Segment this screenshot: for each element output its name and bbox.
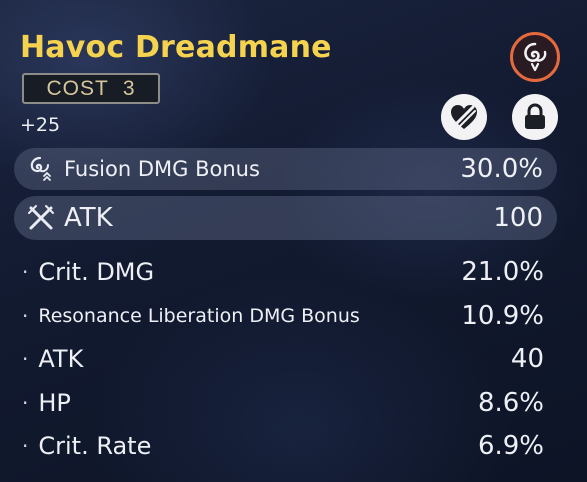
havoc-dmg-icon bbox=[26, 154, 56, 184]
lock-icon bbox=[525, 103, 545, 129]
bullet: · bbox=[22, 347, 29, 371]
fixed-stat-row: ATK 100 bbox=[14, 196, 557, 240]
discard-button[interactable] bbox=[441, 94, 487, 140]
cost-value: 3 bbox=[122, 77, 136, 100]
sub-stat-label: HP bbox=[38, 389, 71, 417]
main-stat-row: Fusion DMG Bonus 30.0% bbox=[14, 148, 557, 190]
cost-badge: COST 3 bbox=[22, 73, 160, 104]
sub-stat-label: Crit. DMG bbox=[38, 258, 155, 286]
echo-name: Havoc Dreadmane bbox=[20, 30, 332, 65]
echo-level: +25 bbox=[20, 114, 61, 136]
sub-stat-row: · Crit. Rate 6.9% bbox=[22, 428, 544, 464]
cost-label: COST bbox=[46, 77, 109, 100]
fixed-stat-value: 100 bbox=[493, 203, 543, 233]
main-stat-value: 30.0% bbox=[460, 154, 543, 184]
sub-stat-label: Resonance Liberation DMG Bonus bbox=[38, 305, 360, 327]
sub-stat-label: Crit. Rate bbox=[38, 432, 152, 460]
bullet: · bbox=[22, 391, 29, 415]
crossed-swords-icon bbox=[26, 203, 56, 233]
sub-stat-value: 10.9% bbox=[461, 301, 544, 331]
sub-stat-row: · HP 8.6% bbox=[22, 385, 544, 421]
lock-button[interactable] bbox=[512, 94, 558, 140]
havoc-swirl-small-icon bbox=[30, 156, 51, 181]
swords-icon bbox=[28, 205, 54, 230]
sub-stat-row: · ATK 40 bbox=[22, 341, 544, 377]
sub-stat-row: · Resonance Liberation DMG Bonus 10.9% bbox=[22, 298, 544, 334]
bullet: · bbox=[22, 260, 29, 284]
sub-stat-value: 8.6% bbox=[477, 388, 544, 418]
bullet: · bbox=[22, 304, 29, 328]
havoc-element-icon bbox=[510, 32, 560, 82]
fixed-stat-label: ATK bbox=[64, 203, 113, 233]
havoc-swirl-icon bbox=[524, 42, 547, 72]
sub-stat-label: ATK bbox=[38, 345, 84, 373]
sub-stat-row: · Crit. DMG 21.0% bbox=[22, 254, 544, 290]
sub-stat-value: 6.9% bbox=[477, 431, 544, 461]
heart-slash-icon bbox=[451, 105, 477, 129]
sub-stat-value: 40 bbox=[510, 344, 544, 374]
echo-detail-panel: Havoc Dreadmane COST 3 +25 Fusion DMG Bo… bbox=[0, 0, 587, 482]
bullet: · bbox=[22, 434, 29, 458]
main-stat-label: Fusion DMG Bonus bbox=[64, 157, 260, 181]
sub-stat-value: 21.0% bbox=[461, 257, 544, 287]
